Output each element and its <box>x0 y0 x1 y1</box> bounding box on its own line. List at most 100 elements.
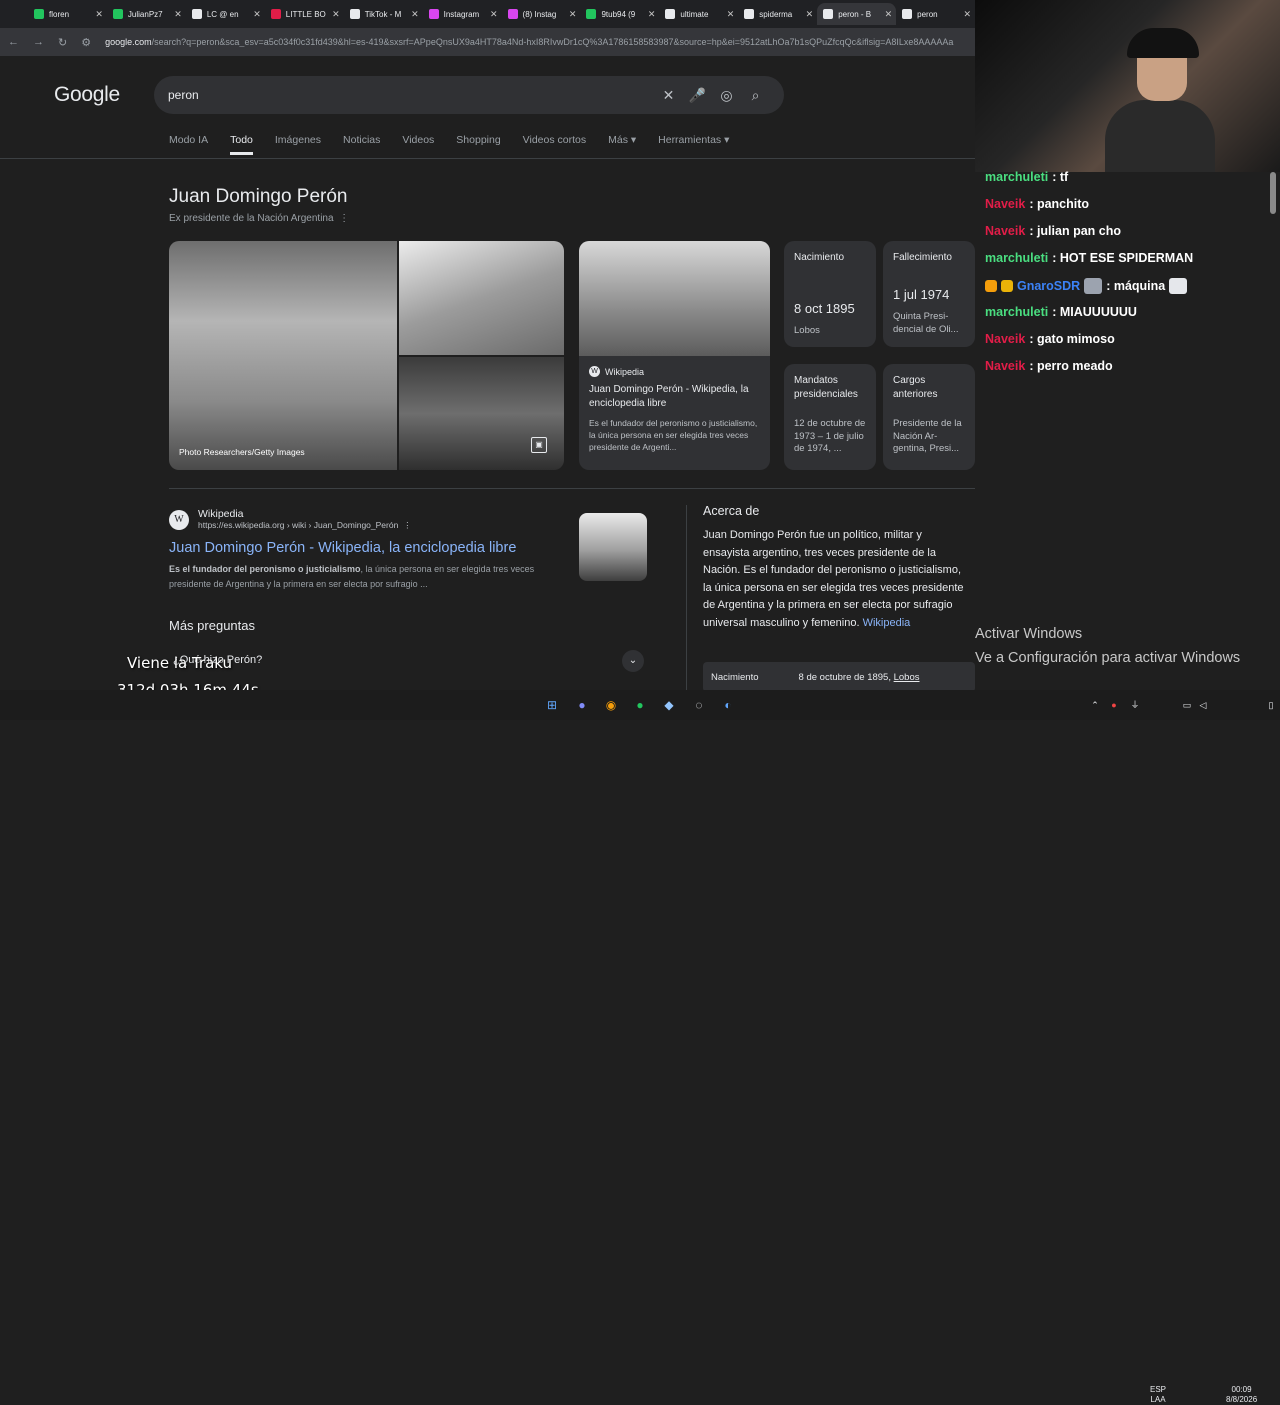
tab-label: ultimate <box>680 9 709 19</box>
tab-label: floren <box>49 9 70 19</box>
search-query[interactable]: peron <box>168 88 654 102</box>
chat-username[interactable]: Naveik <box>985 224 1025 238</box>
tab-close-icon[interactable]: ✕ <box>964 9 972 20</box>
browser-tab[interactable]: peron ✕ <box>896 3 975 25</box>
wiki-card-photo <box>579 241 770 356</box>
filter-tab[interactable]: Modo IA <box>169 134 208 155</box>
entity-photo-3[interactable] <box>399 357 564 470</box>
browser-tab[interactable]: spiderma ✕ <box>738 3 817 25</box>
result-title-link[interactable]: Juan Domingo Perón - Wikipedia, la encic… <box>169 540 569 556</box>
tab-close-icon[interactable]: ✕ <box>253 9 261 20</box>
filter-tab[interactable]: Más ▾ <box>608 134 636 155</box>
tab-close-icon[interactable]: ✕ <box>174 9 182 20</box>
tab-favicon-icon <box>34 9 44 19</box>
browser-tab[interactable]: ultimate ✕ <box>659 3 738 25</box>
language-indicator[interactable]: ESP LAA <box>1150 1385 1166 1405</box>
browser-tab[interactable]: floren ✕ <box>28 3 107 25</box>
chevron-down-icon[interactable]: ⌄ <box>622 650 644 672</box>
tab-close-icon[interactable]: ✕ <box>411 9 419 20</box>
app-icon[interactable]: ◐ <box>719 696 737 714</box>
about-wikipedia-link[interactable]: Wikipedia <box>863 617 911 629</box>
reload-icon[interactable]: ↻ <box>58 36 67 49</box>
forward-icon[interactable]: → <box>33 36 44 48</box>
tab-close-icon[interactable]: ✕ <box>332 9 340 20</box>
filter-tab[interactable]: Imágenes <box>275 134 321 155</box>
chat-username[interactable]: Naveik <box>985 359 1025 373</box>
chat-username[interactable]: GnaroSDR <box>1017 279 1080 293</box>
obs-icon[interactable]: ◌ <box>690 696 708 714</box>
tab-close-icon[interactable]: ✕ <box>95 9 103 20</box>
tab-close-icon[interactable]: ✕ <box>490 9 498 20</box>
filter-tab[interactable]: Noticias <box>343 134 380 155</box>
birth-place-link[interactable]: Lobos <box>894 672 920 683</box>
tab-close-icon[interactable]: ✕ <box>806 9 814 20</box>
browser-tab[interactable]: JulianPz7 ✕ <box>107 3 186 25</box>
mic-icon[interactable]: 🎤 <box>683 87 712 104</box>
browser-tab[interactable]: 9tub94 (9 ✕ <box>580 3 659 25</box>
search-icon[interactable]: ⌕ <box>741 87 770 104</box>
tab-favicon-icon <box>349 9 360 19</box>
lens-icon[interactable]: ◎ <box>712 87 741 104</box>
birth-value: 8 de octubre de 1895, Lobos <box>798 672 920 683</box>
more-options-icon[interactable]: ⋮ <box>403 520 412 530</box>
filter-tab[interactable]: Shopping <box>456 134 500 155</box>
usb-icon[interactable]: ⏚ <box>1126 696 1144 714</box>
spotify-icon[interactable]: ● <box>631 696 649 714</box>
filter-tab[interactable]: Videos <box>402 134 434 155</box>
browser-tab[interactable]: TikTok - M ✕ <box>344 3 423 25</box>
wiki-card[interactable]: W Wikipedia Juan Domingo Perón - Wikipedi… <box>579 241 770 470</box>
image-gallery-icon[interactable]: ▣ <box>531 437 547 453</box>
result-site-name: Wikipedia <box>198 508 244 520</box>
filter-tab[interactable]: Todo <box>230 134 253 155</box>
chat-username[interactable]: marchuleti <box>985 170 1048 184</box>
chat-username[interactable]: marchuleti <box>985 305 1048 319</box>
volume-icon[interactable]: ◁ <box>1194 696 1212 714</box>
about-heading: Acerca de <box>703 504 760 518</box>
entity-photo-2[interactable] <box>399 241 564 355</box>
tray-app-icon[interactable]: ● <box>1105 696 1123 714</box>
chat-username[interactable]: Naveik <box>985 197 1025 211</box>
tab-close-icon[interactable]: ✕ <box>885 9 893 20</box>
wikipedia-icon: W <box>589 366 600 377</box>
filter-tab[interactable]: Herramientas ▾ <box>658 134 729 155</box>
url-field[interactable]: google.com/search?q=peron&sca_esv=a5c034… <box>105 37 975 47</box>
back-icon[interactable]: ← <box>8 36 19 48</box>
site-info-icon[interactable]: ⚙ <box>81 36 91 49</box>
google-logo[interactable]: Google <box>54 83 154 107</box>
tab-label: TikTok - M <box>364 9 402 19</box>
chat-username[interactable]: marchuleti <box>985 251 1048 265</box>
fact-terms[interactable]: Mandatos presidenciales 12 de octubre de… <box>784 364 876 470</box>
tab-close-icon[interactable]: ✕ <box>727 9 735 20</box>
clock[interactable]: 00:09 8/8/2026 <box>1226 1385 1257 1405</box>
browser-tab[interactable]: peron - B ✕ <box>817 3 897 25</box>
stream-overlay-title: Viene la Traku <box>127 654 233 672</box>
browser-tab[interactable]: LITTLE BO ✕ <box>265 3 344 25</box>
fact-death[interactable]: Fallecimiento 1 jul 1974 Quinta Presi-de… <box>883 241 975 347</box>
steam-icon[interactable]: ◆ <box>660 696 678 714</box>
chat-scrollbar[interactable] <box>1270 172 1276 214</box>
tab-favicon-icon <box>823 9 834 19</box>
chrome-icon[interactable]: ◉ <box>602 696 620 714</box>
search-input[interactable]: peron ✕ 🎤 ◎ ⌕ <box>154 76 784 114</box>
entity-photo-main[interactable] <box>169 241 397 470</box>
chat-message: Naveik: panchito <box>985 197 1089 211</box>
browser-tab[interactable]: (8) Instag ✕ <box>502 3 581 25</box>
discord-icon[interactable]: ● <box>573 696 591 714</box>
result-thumbnail[interactable] <box>579 513 647 581</box>
windows-start-icon[interactable]: ⊞ <box>543 696 561 714</box>
chat-text: : gato mimoso <box>1029 332 1115 346</box>
clear-icon[interactable]: ✕ <box>654 87 683 104</box>
more-options-icon[interactable]: ⋮ <box>339 213 349 224</box>
tab-close-icon[interactable]: ✕ <box>569 9 577 20</box>
tab-close-icon[interactable]: ✕ <box>648 9 656 20</box>
browser-tab[interactable]: LC @ en ✕ <box>186 3 265 25</box>
fact-birth[interactable]: Nacimiento 8 oct 1895 Lobos <box>784 241 876 347</box>
chat-username[interactable]: Naveik <box>985 332 1025 346</box>
notification-icon[interactable]: ▯ <box>1262 696 1280 714</box>
chevron-up-icon[interactable]: ⌃ <box>1086 696 1104 714</box>
filter-tab[interactable]: Videos cortos <box>523 134 586 155</box>
browser-tab[interactable]: Instagram ✕ <box>423 3 502 25</box>
tab-label: LITTLE BO <box>285 9 326 19</box>
result-url: https://es.wikipedia.org › wiki › Juan_D… <box>198 520 412 530</box>
fact-offices[interactable]: Cargos anteriores Presidente de la Nació… <box>883 364 975 470</box>
